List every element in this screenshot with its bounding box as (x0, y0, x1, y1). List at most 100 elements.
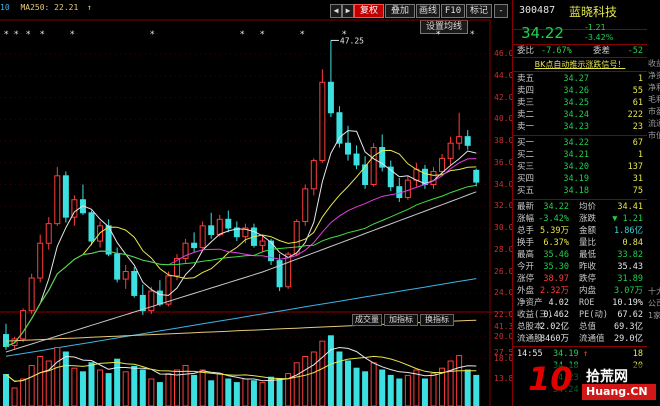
side-label: 毛利 (648, 95, 660, 104)
event-star-icon[interactable]: * (240, 30, 245, 40)
vol-tick: 27.50 (494, 348, 512, 357)
watermark-url: Huang.CN (586, 385, 648, 398)
candle-body (54, 175, 61, 225)
candle-body (88, 212, 95, 242)
candle-body (208, 225, 215, 236)
ask-label: 卖三 (517, 98, 535, 108)
tick-time: 14:55 (517, 349, 543, 359)
volume-bar (379, 369, 386, 406)
candle-body (319, 81, 326, 162)
volume-bar (148, 378, 155, 406)
stat-label: 最新 (517, 202, 535, 212)
event-star-icon[interactable]: * (40, 30, 45, 40)
volume-bar (216, 373, 223, 406)
ask-volume: 222 (627, 110, 643, 120)
bid-label: 买二 (517, 150, 535, 160)
price-tick: 32.00 (494, 201, 512, 211)
candlestick-svg: 47.25* * * * * * * * * * * * (0, 19, 512, 406)
price-tick: 20.00 (494, 331, 512, 341)
ask-volume: 23 (632, 122, 643, 132)
signal-banner-link[interactable]: BK点自动推示涨跌信号！ (513, 58, 647, 71)
ask-row: 卖四 34.26 55 (513, 85, 647, 97)
stat-value: 1.86亿 (614, 226, 643, 236)
bid-label: 买三 (517, 162, 535, 172)
price-tick: 36.00 (494, 157, 512, 167)
side-label: 市值 (648, 131, 660, 140)
stat-value: 8460万 (540, 334, 569, 344)
event-star-icon[interactable]: * (70, 30, 75, 40)
ask-label: 卖二 (517, 110, 535, 120)
volume-bar (345, 360, 351, 406)
candle-body (191, 242, 198, 249)
switch-indicator-button[interactable]: 换指标 (420, 314, 454, 326)
add-indicator-button[interactable]: 加指标 (384, 314, 418, 326)
event-star-icon[interactable]: * (14, 30, 19, 40)
stat-value: 31.89 (617, 274, 643, 284)
bid-volume: 67 (632, 138, 643, 148)
volume-bar (430, 373, 437, 406)
event-star-icon[interactable]: * (342, 30, 347, 40)
volume-bar (404, 374, 411, 406)
candle-body (122, 271, 129, 280)
tick-row[interactable]: 14:55 34.19 ↑ 18 (513, 348, 647, 360)
stat-value: ▼ 1.21 (612, 214, 643, 224)
price-tick: 22.00 (494, 310, 512, 319)
volume-bar (191, 374, 198, 406)
volume-bar (233, 382, 240, 406)
price-tick: 28.00 (494, 244, 512, 254)
event-star-icon[interactable]: * (26, 30, 31, 40)
candle-body (310, 160, 317, 190)
price-tick: 24.00 (494, 288, 512, 298)
stat-label: 总股本 (517, 322, 543, 332)
bid-row: 买三 34.20 137 (513, 161, 647, 173)
stat-value: 34.41 (617, 202, 643, 212)
event-star-icon[interactable]: * (300, 30, 305, 40)
volume-bar (310, 351, 317, 406)
volume-bar (54, 347, 61, 406)
price-tick: 46.00 (494, 49, 512, 58)
candle-body (439, 157, 446, 172)
volume-bar (327, 335, 334, 406)
stat-row: 净资产 4.02 ROE 10.19% (513, 297, 647, 309)
stat-value: 2.32万 (540, 286, 569, 296)
event-star-icon[interactable]: * (470, 30, 475, 40)
candle-body (285, 253, 292, 288)
kline-chart-area[interactable]: 10 MA250: 22.21 ↑ ◀ ▶ 复权 叠加 画线 F10 标记 - … (0, 0, 512, 406)
stat-row: 总股本 2.02亿 总值 69.3亿 (513, 321, 647, 333)
volume-bar (421, 378, 428, 406)
stat-label: PE(动) (579, 310, 608, 320)
stat-value: 34.22 (543, 202, 569, 212)
stat-value: 35.30 (543, 262, 569, 272)
side-label: 流通 (648, 119, 660, 128)
bid-volume: 31 (632, 174, 643, 184)
event-star-icon[interactable]: * (150, 30, 155, 40)
bid-row: 买二 34.21 1 (513, 149, 647, 161)
volume-bar (28, 365, 35, 406)
volume-bar (362, 371, 369, 406)
tick-dir: ↑ (583, 349, 589, 359)
quote-panel: 300487 蓝晓科技 34.22 -1.21 -3.42% 委比 -7.67%… (512, 0, 660, 406)
stat-row: 外盘 2.32万 内盘 3.07万 (513, 285, 647, 297)
volume-bar (250, 380, 257, 406)
divider (513, 135, 647, 136)
stat-row: 最新 34.22 均价 34.41 (513, 201, 647, 213)
stat-value: 35.46 (543, 250, 569, 260)
current-price: 34.22 (521, 24, 564, 42)
stat-value: 4.02 (548, 298, 569, 308)
candle-body (327, 81, 334, 114)
ask-price: 34.27 (563, 74, 589, 84)
price-change-pct: -3.42% (585, 33, 614, 42)
divider (513, 199, 647, 200)
volume-tab[interactable]: 成交量 (352, 314, 382, 326)
event-star-icon[interactable]: * (4, 30, 9, 40)
event-star-icon[interactable]: * (436, 30, 441, 40)
price-tick: 44.00 (494, 70, 512, 80)
price-change: -1.21 (585, 23, 606, 32)
stat-row: 最高 35.46 最低 33.82 (513, 249, 647, 261)
volume-bar (447, 360, 454, 406)
side-label: 净利 (648, 83, 660, 92)
side-label: 十大 (648, 287, 660, 296)
candle-body (370, 147, 377, 185)
stat-label: 外盘 (517, 286, 535, 296)
event-star-icon[interactable]: * (260, 30, 265, 40)
